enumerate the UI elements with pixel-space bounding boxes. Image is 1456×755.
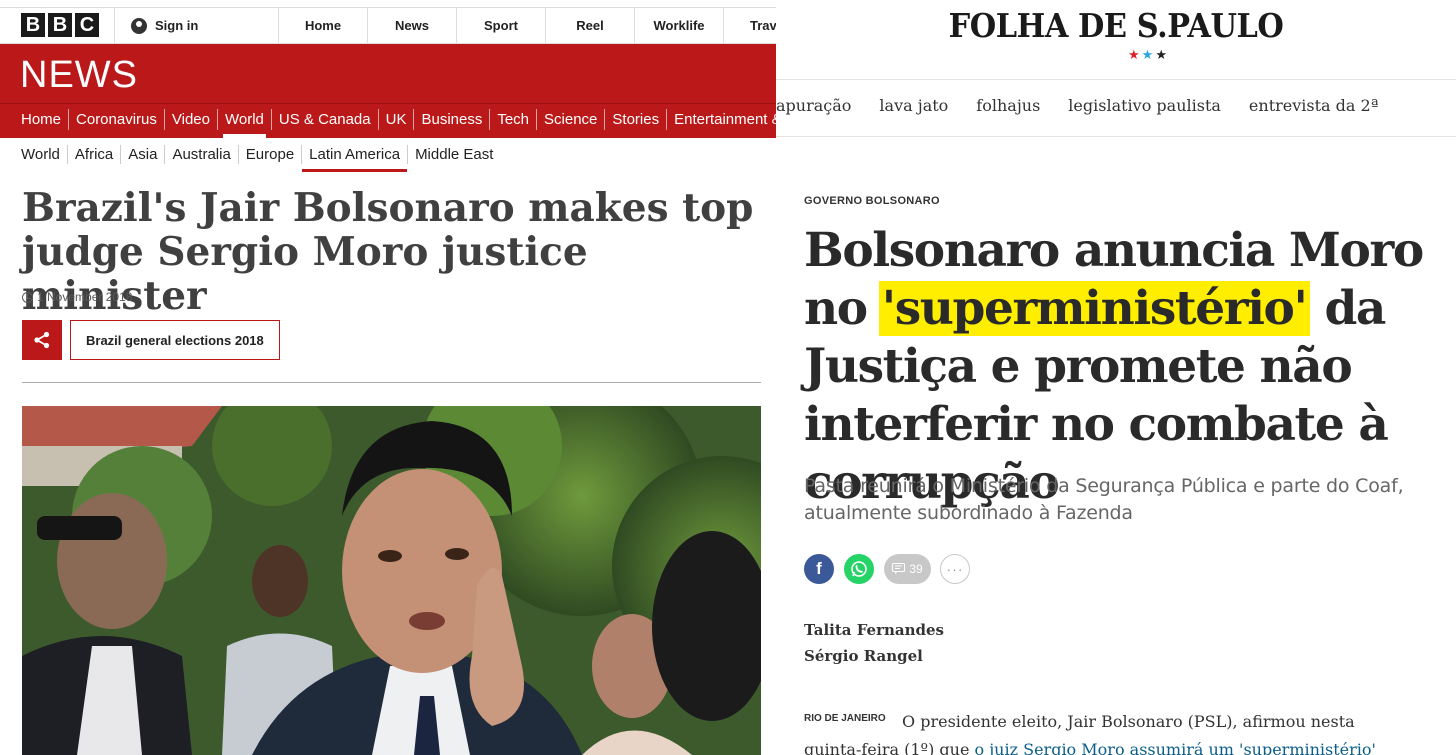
sub-nav-asia[interactable]: Asia: [121, 145, 166, 164]
news-banner: NEWS Home Coronavirus Video World US & C…: [0, 44, 776, 138]
sub-nav-africa[interactable]: Africa: [68, 145, 122, 164]
divider: [114, 8, 115, 43]
whatsapp-share-button[interactable]: [844, 554, 874, 584]
article-photo: [22, 406, 761, 755]
sub-nav-middle-east[interactable]: Middle East: [408, 145, 500, 164]
body-text: O presidente eleito, Jair Bolsonaro (PSL…: [902, 712, 1355, 731]
divider: [22, 382, 761, 383]
top-nav-sport[interactable]: Sport: [456, 8, 545, 43]
top-nav-reel[interactable]: Reel: [545, 8, 634, 43]
main-nav-entertainment[interactable]: Entertainment &: [667, 109, 776, 130]
topic-tag[interactable]: Brazil general elections 2018: [70, 320, 280, 360]
article-headline: Bolsonaro anuncia Moro no 'superministér…: [804, 222, 1444, 512]
folha-article-panel: FOLHA DE S.PAULO ★★★ apuração lava jato …: [776, 0, 1456, 755]
comments-button[interactable]: 39: [884, 554, 931, 584]
body-text-part: quinta-feira (1º) que: [804, 740, 975, 755]
share-button[interactable]: [22, 320, 62, 360]
top-nav-travel[interactable]: Trav: [723, 8, 776, 43]
nav-apuracao[interactable]: apuração: [776, 96, 851, 115]
main-nav-world[interactable]: World: [218, 109, 272, 138]
main-nav-stories[interactable]: Stories: [605, 109, 668, 130]
folha-logo[interactable]: FOLHA DE S.PAULO: [776, 6, 1456, 45]
article-date: 1 November 2018: [22, 290, 132, 304]
sub-nav: World Africa Asia Australia Europe Latin…: [14, 145, 500, 172]
facebook-icon: f: [816, 559, 822, 578]
more-options-button[interactable]: ···: [940, 554, 970, 584]
sub-nav-world[interactable]: World: [14, 145, 68, 164]
headline-highlight: 'superministério': [878, 281, 1310, 336]
top-nav-home[interactable]: Home: [278, 8, 367, 43]
top-nav-news[interactable]: News: [367, 8, 456, 43]
bbc-top-bar: B B C Sign in Home News Sport Reel Workl…: [0, 7, 776, 44]
comment-icon: [892, 563, 906, 574]
nav-lava-jato[interactable]: lava jato: [879, 96, 948, 115]
bbc-logo-letter: C: [75, 13, 99, 37]
author-name[interactable]: Sérgio Rangel: [804, 647, 923, 665]
sub-nav-europe[interactable]: Europe: [239, 145, 303, 164]
news-logo[interactable]: NEWS: [20, 54, 138, 97]
bbc-logo-letter: B: [48, 13, 72, 37]
folha-nav: apuração lava jato folhajus legislativo …: [776, 96, 1378, 115]
main-nav-video[interactable]: Video: [165, 109, 218, 130]
article-kicker[interactable]: GOVERNO BOLSONARO: [804, 195, 940, 207]
main-nav-tech[interactable]: Tech: [490, 109, 538, 130]
signin-link[interactable]: Sign in: [131, 8, 198, 43]
date-text: 1 November 2018: [37, 290, 133, 304]
article-link[interactable]: o juiz Sergio Moro assumirá um 'supermin…: [975, 740, 1376, 755]
ellipsis-icon: ···: [946, 561, 964, 577]
comment-count: 39: [909, 562, 923, 576]
main-nav-science[interactable]: Science: [537, 109, 606, 130]
main-nav-uk[interactable]: UK: [379, 109, 415, 130]
bbc-article-panel: B B C Sign in Home News Sport Reel Workl…: [0, 0, 776, 755]
star-icon: ★: [1155, 47, 1169, 62]
whatsapp-icon: [851, 561, 867, 577]
star-icon: ★: [1128, 47, 1142, 62]
article-headline: Brazil's Jair Bolsonaro makes top judge …: [22, 185, 754, 319]
main-nav-business[interactable]: Business: [414, 109, 491, 130]
photo-illustration: [22, 406, 761, 755]
bbc-logo-letter: B: [21, 13, 45, 37]
divider: [776, 79, 1456, 80]
divider: [776, 136, 1456, 137]
nav-legislativo-paulista[interactable]: legislativo paulista: [1068, 96, 1221, 115]
dateline-place: RIO DE JANEIRO: [804, 713, 886, 724]
divider: [0, 103, 776, 104]
body-text: quinta-feira (1º) que o juiz Sergio Moro…: [804, 736, 1444, 755]
clock-icon: [22, 291, 33, 303]
facebook-share-button[interactable]: f: [804, 554, 834, 584]
bbc-top-nav: Home News Sport Reel Worklife Trav: [278, 8, 776, 43]
main-nav-us-canada[interactable]: US & Canada: [272, 109, 379, 130]
top-nav-worklife[interactable]: Worklife: [634, 8, 723, 43]
sub-nav-australia[interactable]: Australia: [165, 145, 239, 164]
main-nav-home[interactable]: Home: [14, 109, 70, 130]
signin-label: Sign in: [155, 18, 199, 33]
author-name[interactable]: Talita Fernandes: [804, 621, 944, 639]
bbc-logo[interactable]: B B C: [21, 13, 99, 37]
nav-entrevista-da-2a[interactable]: entrevista da 2ª: [1249, 96, 1378, 115]
folha-stars: ★★★: [1128, 47, 1169, 63]
sub-nav-latin-america[interactable]: Latin America: [302, 145, 409, 172]
main-nav: Home Coronavirus Video World US & Canada…: [14, 109, 776, 138]
user-icon: [131, 17, 147, 34]
share-icon: [34, 331, 50, 349]
article-subtitle: Pasta reunirá o Ministério da Segurança …: [804, 475, 1404, 524]
nav-folhajus[interactable]: folhajus: [976, 96, 1040, 115]
main-nav-coronavirus[interactable]: Coronavirus: [69, 109, 165, 130]
star-icon: ★: [1141, 47, 1156, 62]
